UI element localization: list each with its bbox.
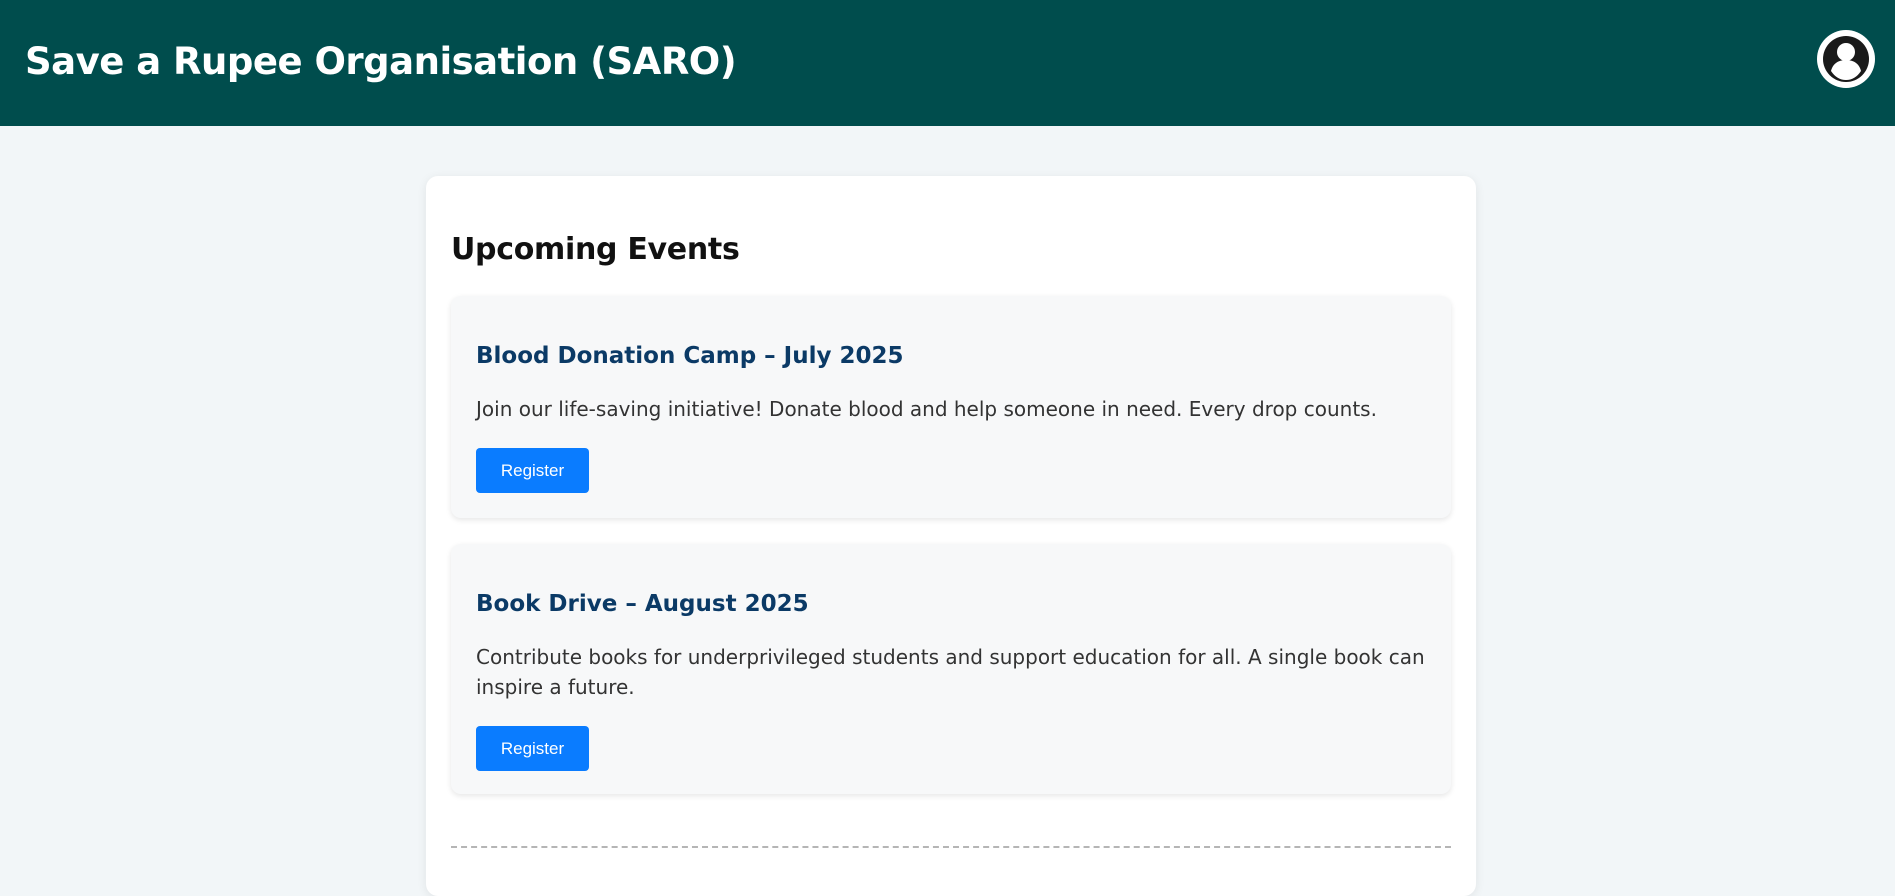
- event-description: Contribute books for underprivileged stu…: [476, 645, 1425, 699]
- register-button[interactable]: Register: [476, 448, 589, 493]
- event-card: Book Drive – August 2025 Contribute book…: [451, 544, 1451, 794]
- profile-button[interactable]: [1814, 27, 1878, 91]
- event-description: Join our life-saving initiative! Donate …: [476, 397, 1377, 421]
- event-title: Book Drive – August 2025: [476, 591, 809, 617]
- event-card: Blood Donation Camp – July 2025 Join our…: [451, 296, 1451, 518]
- events-card: Upcoming Events Blood Donation Camp – Ju…: [426, 176, 1476, 896]
- register-button[interactable]: Register: [476, 726, 589, 771]
- event-title: Blood Donation Camp – July 2025: [476, 343, 904, 369]
- user-circle-icon: [1817, 30, 1875, 88]
- section-title: Upcoming Events: [451, 232, 740, 267]
- site-title: Save a Rupee Organisation (SARO): [25, 40, 737, 83]
- top-navbar: Save a Rupee Organisation (SARO): [0, 0, 1895, 126]
- section-divider: [451, 846, 1451, 848]
